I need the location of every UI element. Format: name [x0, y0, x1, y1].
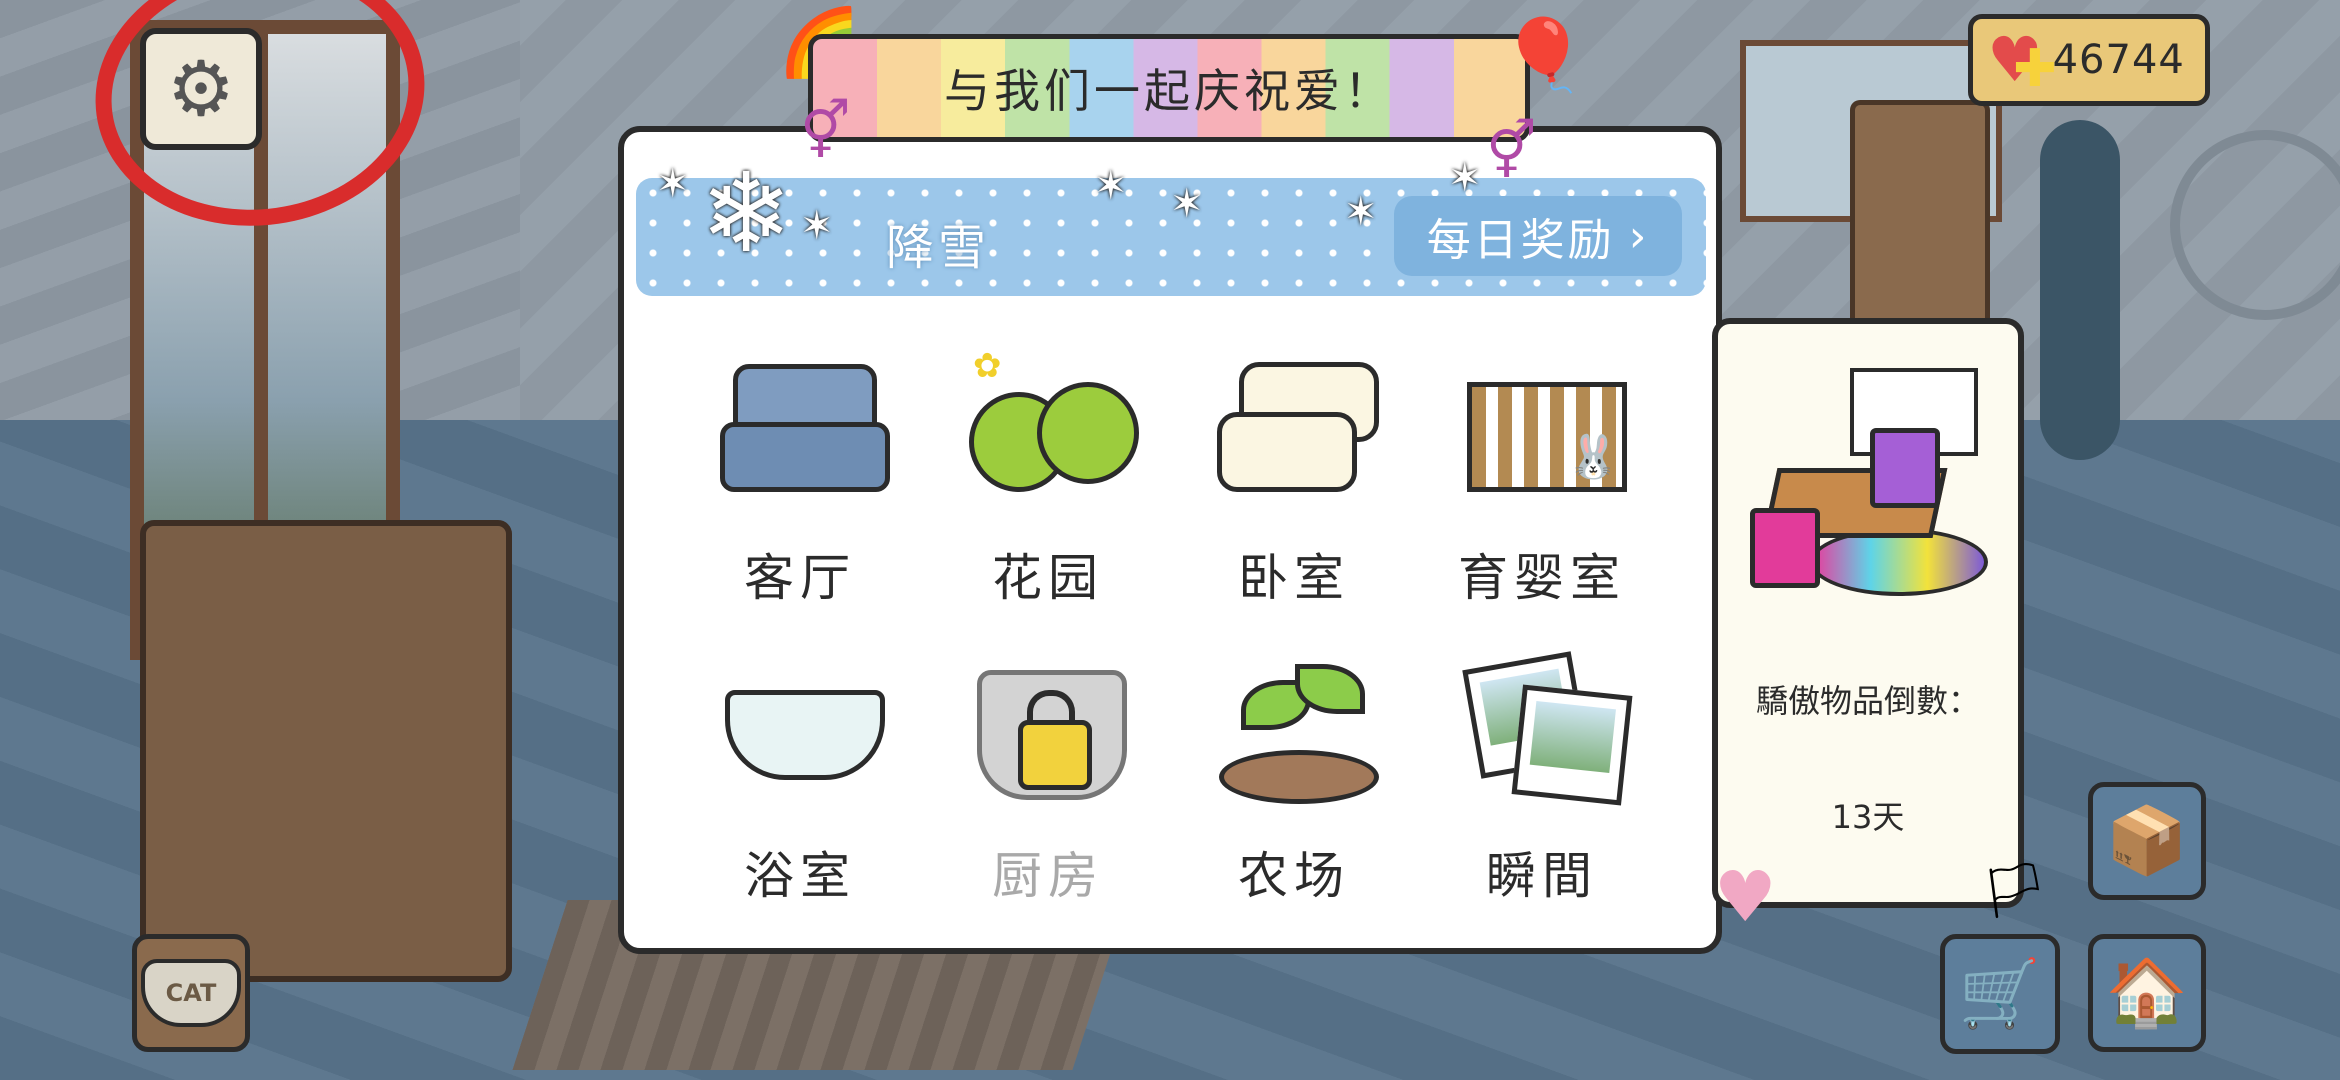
garden-icon: ✿ — [963, 346, 1139, 502]
pillows-icon — [1209, 352, 1379, 502]
room-bedroom[interactable]: 卧室 — [1194, 352, 1394, 612]
room-garden[interactable]: ✿ 花园 — [948, 346, 1148, 612]
rainbow-rug-shape — [1810, 528, 1988, 596]
weather-label: 降雪 — [886, 220, 991, 276]
chair-shape — [1750, 508, 1820, 588]
box-icon: 📦 — [2105, 802, 2189, 879]
room-label: 客厅 — [744, 549, 856, 607]
bathtub-icon — [715, 650, 885, 800]
room-nursery[interactable]: 🐰 育婴室 — [1442, 352, 1642, 612]
photo-shape — [1511, 684, 1633, 806]
cat-bowl-button[interactable]: CAT — [132, 934, 250, 1052]
plant-decoration — [2040, 120, 2120, 460]
room-moments[interactable]: 瞬間 — [1442, 650, 1642, 910]
room-farm[interactable]: 农场 — [1194, 650, 1394, 910]
star-icon: ✶ — [800, 203, 834, 249]
locked-pot-icon — [963, 650, 1133, 800]
soil-shape — [1219, 750, 1379, 804]
cart-icon: 🛒 — [1958, 955, 2042, 1032]
cat-bowl-text: CAT — [165, 979, 217, 1007]
pride-flag-icon: 🏳 — [1980, 859, 2049, 922]
gender-symbol-icon: ⚥ — [1486, 119, 1537, 184]
star-icon: ✶ — [1344, 189, 1378, 235]
crib-icon: 🐰 — [1457, 352, 1627, 502]
room-label: 厨房 — [992, 847, 1104, 905]
star-icon: ✶ — [1448, 155, 1482, 201]
shop-button[interactable]: 🛒 — [1940, 934, 2060, 1054]
chevron-right-icon: › — [1628, 210, 1650, 262]
heart-icon: ♥ ✚ — [1987, 29, 2057, 96]
star-icon: ✶ — [1170, 181, 1204, 227]
room-label: 卧室 — [1238, 549, 1350, 607]
bush-shape — [1037, 382, 1139, 484]
remodel-box-button[interactable]: 📦 — [2088, 782, 2206, 900]
room-label: 农场 — [1238, 847, 1350, 905]
pride-furniture-illustration — [1750, 358, 1988, 596]
daily-reward-button[interactable]: 每日奖励 › — [1394, 196, 1682, 276]
photo-image — [1529, 701, 1616, 774]
room-bathroom[interactable]: 浴室 — [700, 650, 900, 910]
house-icon: 🏠 — [2105, 954, 2189, 1031]
bunny-toy-icon: 🐰 — [1567, 432, 1620, 481]
room-living-room[interactable]: 客厅 — [700, 352, 900, 612]
gender-symbol-icon: ⚥ — [800, 99, 851, 164]
room-label: 浴室 — [744, 847, 856, 905]
cabinet-decoration — [140, 520, 512, 982]
event-banner: 与我们一起庆祝爱！ — [808, 34, 1530, 142]
birdhouse-decoration — [1850, 100, 1990, 340]
event-title: 与我们一起庆祝爱！ — [944, 64, 1394, 118]
heart-counter[interactable]: ♥ ✚ 46744 — [1968, 14, 2210, 106]
heart-count: 46744 — [2052, 37, 2185, 83]
countdown-value: 13天 — [1831, 798, 1905, 836]
photos-icon — [1457, 650, 1633, 806]
star-icon: ✶ — [656, 161, 690, 207]
countdown-label: 驕傲物品倒數： — [1755, 682, 1980, 720]
balloon-icon: 🎈 — [1500, 14, 1588, 96]
lock-icon — [1018, 720, 1092, 790]
room-label: 瞬間 — [1486, 847, 1598, 905]
sofa-icon — [715, 352, 890, 502]
butterfly-icon: ✿ — [973, 346, 1002, 386]
pillow-shape — [1217, 412, 1357, 492]
tub-shape — [725, 690, 885, 780]
chair-shape — [1870, 428, 1940, 508]
heart-decoration-icon: ♥ — [1714, 856, 1777, 938]
plus-icon: ✚ — [2013, 39, 2057, 99]
sprout-icon — [1209, 650, 1379, 804]
home-button[interactable]: 🏠 — [2088, 934, 2206, 1052]
snowflake-icon: ❄ — [700, 149, 793, 277]
star-icon: ✶ — [1094, 163, 1128, 209]
sofa-seat — [720, 422, 890, 492]
room-label: 花园 — [992, 549, 1104, 607]
daily-reward-label: 每日奖励 — [1426, 215, 1615, 266]
room-label: 育婴室 — [1458, 549, 1626, 607]
room-kitchen-locked[interactable]: 厨房 — [948, 650, 1148, 910]
cat-bowl-icon: CAT — [141, 959, 241, 1027]
